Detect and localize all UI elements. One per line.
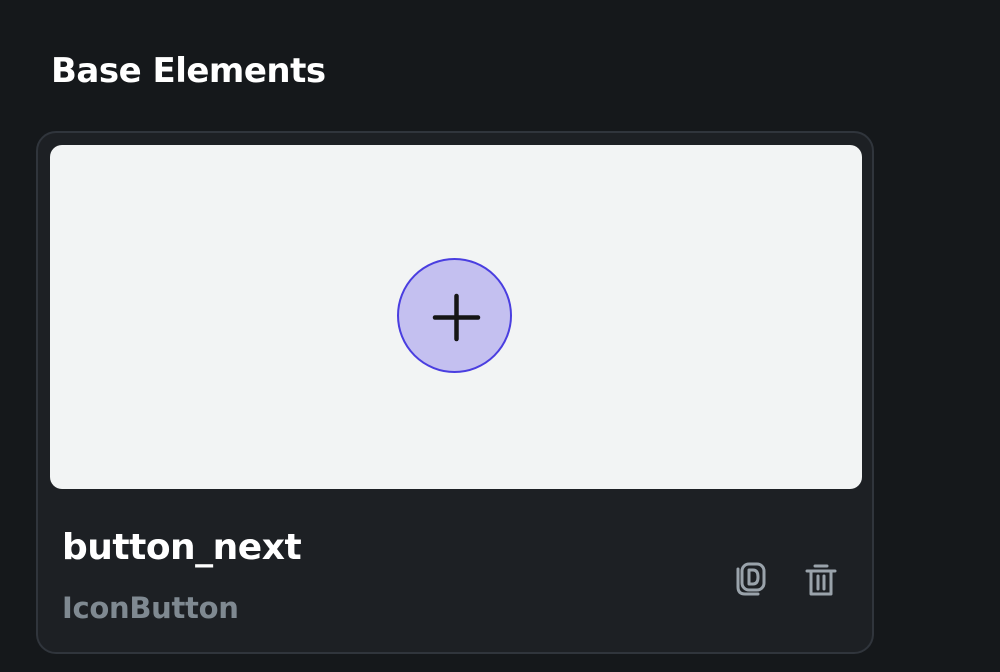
component-type: IconButton (62, 591, 239, 625)
icon-button-preview[interactable] (397, 258, 512, 373)
plus-icon (432, 293, 481, 342)
duplicate-icon (736, 562, 766, 596)
delete-button[interactable] (799, 557, 843, 601)
component-card[interactable]: button_next IconButton (36, 131, 874, 654)
duplicate-button[interactable] (727, 557, 771, 601)
component-name: button_next (62, 527, 302, 568)
component-preview (50, 145, 862, 489)
trash-icon (805, 564, 837, 596)
section-title: Base Elements (51, 51, 326, 91)
